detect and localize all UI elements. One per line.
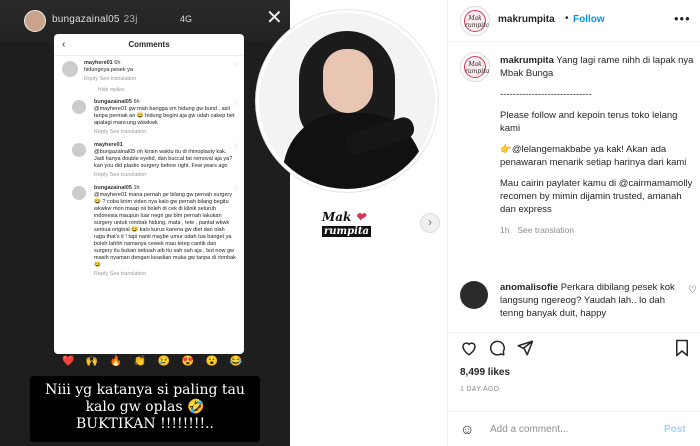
comment-username[interactable]: anomalisofie	[500, 282, 558, 293]
emoji: ❤️	[62, 356, 75, 367]
story-comment: bungazainal05 6h @mayhere01 gw mah bangg…	[54, 95, 244, 138]
heart-icon: ♡	[232, 62, 238, 68]
lips-icon: ❤	[355, 210, 366, 224]
close-icon: ✕	[266, 7, 283, 29]
portrait-photo	[256, 10, 438, 192]
avatar[interactable]	[460, 281, 488, 309]
more-options-icon[interactable]: •••	[674, 11, 691, 26]
emoji: 😍	[181, 356, 195, 367]
action-bar	[448, 332, 700, 360]
hide-replies: Hide replies	[98, 87, 125, 93]
post-header: Mak rumpita makrumpita • Follow •••	[448, 0, 700, 42]
comments-screenshot: ‹ Comments mayhere01 6h hidungnya pesek …	[54, 34, 244, 354]
story-screenshot: bungazainal05 23j 4G ✕ ‹ Comments mayhere…	[0, 0, 290, 446]
like-comment-icon[interactable]: ♡	[688, 285, 697, 296]
emoji-icon[interactable]: ☺	[460, 421, 474, 437]
avatar	[72, 143, 86, 157]
emoji: 😮	[205, 356, 218, 367]
post-media[interactable]: bungazainal05 23j 4G ✕ ‹ Comments mayhere…	[0, 0, 447, 446]
story-comment: mayhere01 6h hidungnya pesek ya Reply Se…	[54, 56, 244, 85]
post-time: 1h	[500, 225, 510, 235]
like-icon[interactable]	[460, 339, 478, 357]
story-comment: mayhere01 @bungazainal05 oh kirain waktu…	[54, 138, 244, 181]
bookmark-icon[interactable]	[674, 339, 690, 357]
comment-icon[interactable]	[488, 339, 506, 357]
caption-username[interactable]: makrumpita	[500, 55, 554, 66]
see-translation-link[interactable]: See translation	[517, 225, 574, 235]
emoji: 👏	[133, 356, 147, 367]
emoji: 😢	[157, 356, 171, 367]
avatar	[72, 186, 86, 200]
comments-title: Comments	[128, 40, 170, 49]
emoji-reactions: ❤️ 🙌 🔥 👏 😢 😍 😮 😂	[62, 356, 242, 367]
post-date: 1 DAY AGO	[460, 386, 500, 393]
follow-button[interactable]: Follow	[573, 14, 605, 25]
avatar	[62, 61, 78, 77]
logo-text: Mak rumpita	[464, 10, 489, 32]
avatar[interactable]: Mak rumpita	[460, 6, 490, 36]
instagram-post-view: bungazainal05 23j 4G ✕ ‹ Comments mayhere…	[0, 0, 700, 446]
emoji: 😂	[229, 356, 242, 367]
heart-icon: ♡	[232, 101, 238, 107]
story-avatar	[24, 10, 46, 32]
caption-divider: -----------------------------	[500, 89, 592, 100]
post-comment-button[interactable]: Post	[664, 424, 686, 435]
post-sidebar: Mak rumpita makrumpita • Follow ••• Mak …	[447, 0, 700, 446]
story-caption: Niii yg katanya si paling tau kalo gw op…	[30, 376, 260, 442]
add-comment-bar: ☺ Add a comment... Post	[448, 411, 700, 446]
next-slide-button[interactable]: ›	[420, 213, 440, 233]
story-username: bungazainal05	[52, 14, 120, 25]
story-time: 23j	[123, 14, 138, 25]
story-network-status: 4G	[180, 14, 193, 24]
story-comment: bungazainal05 1h @mayhere01 mana pernah …	[54, 181, 244, 280]
share-icon[interactable]	[516, 339, 534, 357]
emoji: 🙌	[85, 356, 99, 367]
avatar	[72, 100, 86, 114]
back-icon: ‹	[62, 39, 66, 50]
comment-input[interactable]: Add a comment...	[490, 424, 568, 435]
watermark-logo: Mak ❤ rumpita	[322, 210, 372, 237]
separator-dot: •	[565, 13, 569, 24]
heart-icon: ♡	[232, 187, 238, 193]
likes-count[interactable]: 8,499 likes	[460, 367, 510, 378]
author-username[interactable]: makrumpita	[498, 14, 555, 25]
emoji: 🔥	[109, 356, 123, 367]
heart-icon: ♡	[232, 144, 238, 150]
avatar[interactable]: Mak rumpita	[460, 52, 490, 82]
